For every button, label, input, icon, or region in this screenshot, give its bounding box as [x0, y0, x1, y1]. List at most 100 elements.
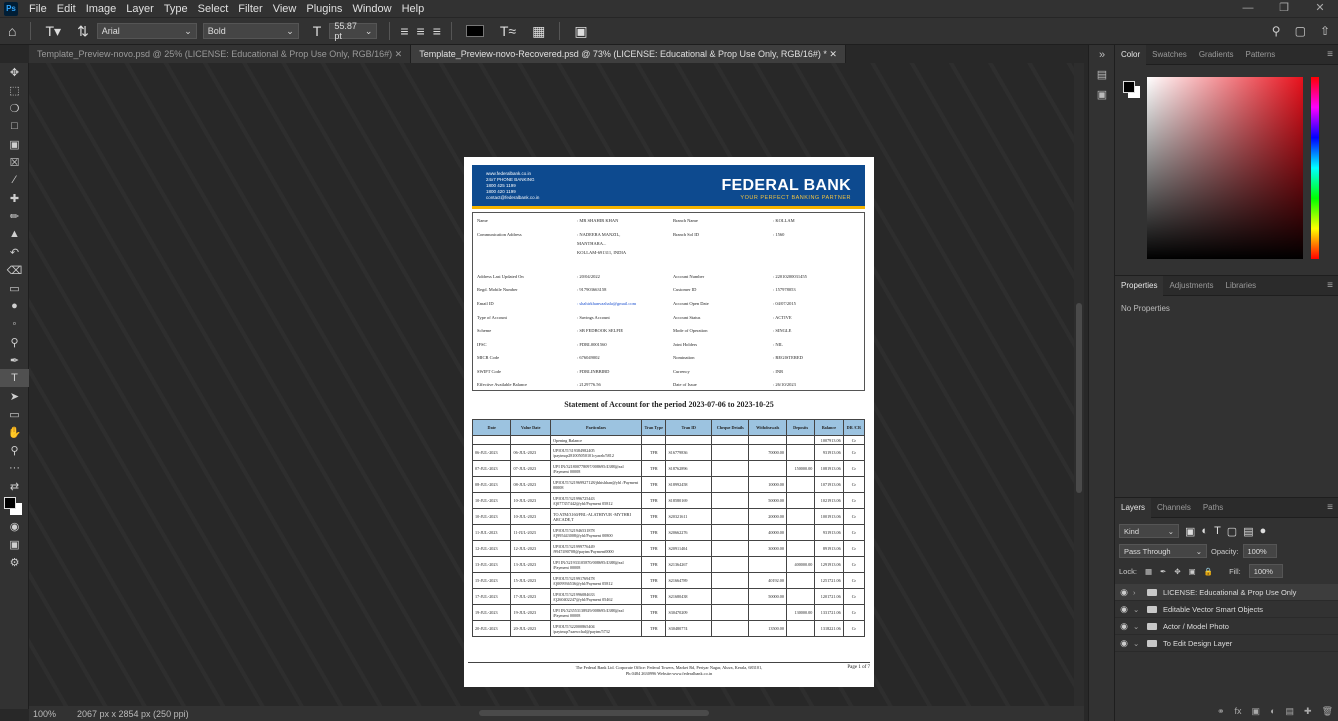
menu-filter[interactable]: Filter [233, 3, 267, 15]
layer-item[interactable]: ◉ ⌄ To Edit Design Layer [1115, 635, 1338, 652]
close-icon[interactable]: ✕ [395, 49, 403, 59]
screen-mode-icon[interactable]: ▣ [0, 535, 29, 553]
lock-position-icon[interactable]: ✥ [1174, 567, 1180, 576]
comments-icon[interactable]: ▣ [1089, 85, 1115, 105]
brush-tool-icon[interactable]: ✏ [0, 207, 29, 225]
kind-filter-select[interactable]: Kind ⌄ [1119, 524, 1179, 538]
generative-icon[interactable]: ⚙ [0, 553, 29, 571]
path-selection-tool-icon[interactable]: ➤ [0, 387, 29, 405]
tab-swatches[interactable]: Swatches [1146, 45, 1193, 65]
opacity-field[interactable]: 100% [1242, 544, 1277, 558]
mask-icon[interactable]: ▣ [1252, 706, 1261, 717]
menu-image[interactable]: Image [81, 3, 122, 15]
menu-file[interactable]: File [24, 3, 52, 15]
info-value[interactable]: : shahirkhanvazhala@gmail.com [577, 301, 673, 306]
menu-help[interactable]: Help [397, 3, 430, 15]
object-select-tool-icon[interactable]: □ [0, 117, 29, 135]
foreground-background-colors[interactable] [0, 495, 29, 517]
toggle-orientation-icon[interactable]: ⇅ [77, 23, 89, 40]
type-filter-icon[interactable]: T [1214, 525, 1221, 537]
chevron-down-icon[interactable]: ⌄ [1133, 605, 1141, 614]
type-tool-icon[interactable]: T [0, 369, 29, 387]
color-picker-field[interactable] [1147, 77, 1303, 259]
new-group-icon[interactable]: ▤ [1286, 706, 1295, 717]
shape-filter-icon[interactable]: ▢ [1227, 525, 1237, 538]
chevron-right-icon[interactable]: › [1133, 588, 1141, 597]
warp-text-icon[interactable]: T≈ [500, 23, 516, 39]
menu-layer[interactable]: Layer [121, 3, 159, 15]
smart-object-filter-icon[interactable]: ▤ [1243, 525, 1253, 538]
new-layer-icon[interactable]: ✚ [1304, 706, 1312, 717]
workspace-icon[interactable]: ▢ [1295, 24, 1306, 38]
crop-tool-icon[interactable]: ▣ [0, 135, 29, 153]
link-icon[interactable]: ⚭ [1217, 706, 1225, 717]
character-panel-icon[interactable]: ▦ [532, 23, 545, 40]
expand-panels-icon[interactable]: » [1089, 45, 1115, 65]
layer-item[interactable]: ◉ ⌄ Editable Vector Smart Objects [1115, 601, 1338, 618]
zoom-tool-icon[interactable]: ⚲ [0, 441, 29, 459]
blur-tool-icon[interactable]: ● [0, 297, 29, 315]
panel-menu-icon[interactable]: ≡ [1327, 502, 1333, 513]
font-size-select[interactable]: 55.87 pt ⌄ [329, 21, 378, 41]
fx-icon[interactable]: fx [1235, 706, 1242, 717]
foreground-color[interactable] [1123, 81, 1135, 93]
tab-patterns[interactable]: Patterns [1240, 45, 1282, 65]
blend-mode-select[interactable]: Pass Through ⌄ [1119, 544, 1207, 558]
frame-tool-icon[interactable]: ☒ [0, 153, 29, 171]
align-left-icon[interactable]: ≡ [400, 23, 408, 39]
adjustment-filter-icon[interactable]: ◐ [1201, 525, 1208, 537]
type-tool-icon[interactable]: T▾ [45, 23, 61, 40]
adjustment-icon[interactable]: ◐ [1270, 706, 1275, 717]
layer-item[interactable]: ◉ ⌄ Actor / Model Photo [1115, 618, 1338, 635]
history-brush-tool-icon[interactable]: ↶ [0, 243, 29, 261]
panel-menu-icon[interactable]: ≡ [1327, 280, 1333, 291]
menu-view[interactable]: View [268, 3, 302, 15]
align-right-icon[interactable]: ≡ [433, 23, 441, 39]
pen-tool-icon[interactable]: ✒ [0, 351, 29, 369]
chevron-down-icon[interactable]: ⌄ [1133, 639, 1141, 648]
eye-icon[interactable]: ◉ [1115, 621, 1133, 632]
eye-icon[interactable]: ◉ [1115, 638, 1133, 649]
eraser-tool-icon[interactable]: ⌫ [0, 261, 29, 279]
lock-artboard-icon[interactable]: ▣ [1189, 567, 1196, 576]
lasso-tool-icon[interactable]: ❍ [0, 99, 29, 117]
layer-item[interactable]: ◉ › LICENSE: Educational & Prop Use Only [1115, 584, 1338, 601]
home-icon[interactable]: ⌂ [8, 23, 16, 39]
healing-brush-tool-icon[interactable]: ✚ [0, 189, 29, 207]
restore-icon[interactable]: ❐ [1266, 0, 1302, 17]
align-center-icon[interactable]: ≡ [417, 23, 425, 39]
menu-type[interactable]: Type [159, 3, 193, 15]
panel-menu-icon[interactable]: ≡ [1327, 49, 1333, 60]
menu-edit[interactable]: Edit [52, 3, 81, 15]
scroll-thumb[interactable] [1076, 303, 1082, 493]
eye-icon[interactable]: ◉ [1115, 587, 1133, 598]
fill-field[interactable]: 100% [1248, 564, 1283, 578]
dodge-tool-icon[interactable]: ◦ [0, 315, 29, 333]
vertical-scrollbar[interactable] [1074, 63, 1084, 706]
tab-color[interactable]: Color [1115, 44, 1147, 65]
menu-plugins[interactable]: Plugins [301, 3, 347, 15]
move-tool-icon[interactable]: ✥ [0, 63, 29, 81]
tab-libraries[interactable]: Libraries [1220, 276, 1263, 296]
lock-all-icon[interactable]: 🔒 [1204, 567, 1213, 576]
rectangle-tool-icon[interactable]: ▭ [0, 405, 29, 423]
lock-paint-icon[interactable]: ✒ [1160, 567, 1166, 576]
tab-adjustments[interactable]: Adjustments [1163, 276, 1219, 296]
swap-colors-icon[interactable]: ⇄ [0, 477, 29, 495]
menu-window[interactable]: Window [347, 3, 396, 15]
history-icon[interactable]: ▤ [1089, 65, 1115, 85]
close-icon[interactable]: ✕ [1302, 0, 1338, 17]
tab-channels[interactable]: Channels [1151, 498, 1197, 518]
tab-template-preview[interactable]: Template_Preview-novo.psd @ 25% (LICENSE… [29, 45, 412, 63]
tab-paths[interactable]: Paths [1197, 498, 1229, 518]
eye-icon[interactable]: ◉ [1115, 604, 1133, 615]
clone-stamp-tool-icon[interactable]: ▲ [0, 225, 29, 243]
zoom-level[interactable]: 100% [29, 709, 61, 719]
quick-mask-icon[interactable]: ◉ [0, 517, 29, 535]
filter-toggle-icon[interactable]: ● [1260, 525, 1267, 537]
font-family-select[interactable]: Arial ⌄ [96, 23, 197, 39]
foreground-color[interactable] [4, 497, 16, 509]
chevron-down-icon[interactable]: ⌄ [1133, 622, 1141, 631]
hand-tool-icon[interactable]: ✋ [0, 423, 29, 441]
tab-properties[interactable]: Properties [1115, 275, 1164, 296]
